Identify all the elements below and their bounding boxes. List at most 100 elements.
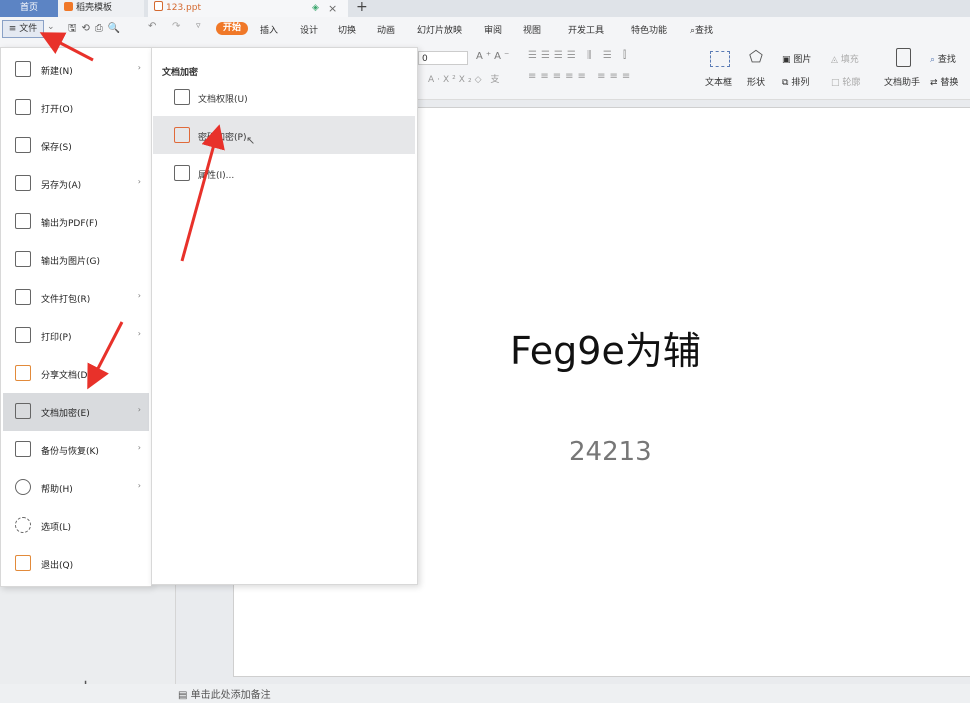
fill-label: 填充 [840, 55, 859, 65]
menu-item-label: 输出为图片(G) [41, 257, 100, 267]
menu-item-label: 备份与恢复(K) [41, 447, 99, 457]
chevron-down-icon[interactable]: ⌄ [47, 22, 55, 32]
menu-item-label: 退出(Q) [41, 561, 74, 571]
menu-item-label: 输出为PDF(F) [41, 219, 98, 229]
tab-insert[interactable]: 插入 [260, 23, 278, 36]
align-icons[interactable]: ≡≡≡≡≡ ≡≡≡ [528, 71, 634, 82]
document-permission-icon [174, 89, 190, 105]
submenu-item-permissions[interactable]: 文档权限(U) [153, 78, 415, 116]
menu-item-label: 选项(L) [41, 523, 72, 533]
shape-button[interactable]: 形状 [747, 75, 765, 88]
gear-icon [15, 517, 31, 533]
shield-icon[interactable]: ◈ [312, 0, 319, 17]
replace-button[interactable]: ⇄ 替换 [930, 75, 958, 88]
shape-icon[interactable]: ⬠ [749, 47, 763, 66]
tab-transition[interactable]: 切换 [338, 23, 356, 36]
font-size-field[interactable]: 0 [418, 51, 468, 65]
submenu-item-label: 文档权限(U) [198, 95, 248, 105]
format-icons[interactable]: A·X²X₂◇ 支 [428, 72, 502, 85]
textbox-icon[interactable] [710, 51, 730, 67]
menu-item-exit[interactable]: 退出(Q) [3, 545, 149, 583]
printer-icon [15, 327, 31, 343]
password-lock-icon [174, 127, 190, 143]
menu-item-export-pdf[interactable]: 输出为PDF(F) [3, 203, 149, 241]
submenu-item-properties[interactable]: 属性(I)... [153, 154, 415, 192]
menu-item-options[interactable]: 选项(L) [3, 507, 149, 545]
submenu-item-label: 属性(I)... [198, 171, 235, 181]
assistant-button[interactable]: 文档助手 [884, 75, 920, 88]
search-label: 查找 [695, 26, 714, 36]
file-menu: 新建(N) › 打开(O) 保存(S) 另存为(A) › 输出为PDF(F) 输出为… [0, 47, 152, 587]
tab-document[interactable]: 123.ppt ◈ × [148, 0, 348, 17]
share-icon [15, 365, 31, 381]
picture-button[interactable]: ▣ 图片 [782, 52, 811, 65]
fill-button[interactable]: ◬ 填充 [831, 52, 859, 65]
file-label: 文件 [19, 24, 38, 34]
hamburger-icon: ≡ [8, 24, 17, 34]
tab-view[interactable]: 视图 [523, 23, 541, 36]
font-grow-shrink-icons[interactable]: A⁺A⁻ [476, 51, 512, 62]
file-menu-button[interactable]: ≡ 文件 [2, 20, 44, 38]
tab-home[interactable]: 首页 [0, 0, 58, 17]
menu-item-new[interactable]: 新建(N) › [3, 51, 149, 89]
menu-item-encrypt[interactable]: 文档加密(E) › [3, 393, 149, 431]
arrange-button[interactable]: ⧉ 排列 [782, 75, 809, 88]
tab-slideshow[interactable]: 幻灯片放映 [417, 23, 462, 36]
submenu-item-password[interactable]: 密码加密(P) ↖ [153, 116, 415, 154]
tab-label: 稻壳模板 [76, 3, 113, 13]
menu-item-package[interactable]: 文件打包(R) › [3, 279, 149, 317]
search-button[interactable]: ⌕查找 [690, 23, 713, 36]
tab-design[interactable]: 设计 [300, 23, 318, 36]
paragraph-icons[interactable]: ☰☰☰☰ ⫼ ☰ ⫿ [528, 50, 630, 61]
find-button[interactable]: ⌕ 查找 [930, 52, 956, 65]
undo-icon[interactable]: ↶ [148, 21, 156, 32]
menu-item-share[interactable]: 分享文档(D) [3, 355, 149, 393]
close-tab-icon[interactable]: × [328, 0, 337, 17]
menu-item-save[interactable]: 保存(S) [3, 127, 149, 165]
menu-item-export-image[interactable]: 输出为图片(G) [3, 241, 149, 279]
replace-icon: ⇄ [930, 78, 938, 88]
menu-item-help[interactable]: 帮助(H) › [3, 469, 149, 507]
tab-start[interactable]: 开始 [216, 22, 248, 35]
quick-access-icons[interactable]: 🖫⟲⎙🔍 [68, 21, 125, 38]
menu-item-label: 新建(N) [41, 67, 73, 77]
notes-placeholder[interactable]: ▤ 单击此处添加备注 [178, 686, 271, 701]
menu-item-label: 打印(P) [41, 333, 72, 343]
new-tab-button[interactable]: + [356, 0, 368, 15]
fill-icon: ◬ [831, 55, 838, 65]
tab-review[interactable]: 审阅 [484, 23, 502, 36]
chevron-right-icon: › [137, 443, 141, 452]
tab-animation[interactable]: 动画 [377, 23, 395, 36]
outline-button[interactable]: □ 轮廓 [831, 75, 860, 88]
chevron-right-icon: › [137, 481, 141, 490]
tab-label: 123.ppt [166, 3, 201, 13]
tab-docer-templates[interactable]: 稻壳模板 [58, 0, 144, 17]
submenu-title: 文档加密 [162, 68, 199, 78]
pdf-icon [15, 213, 31, 229]
redo-icon[interactable]: ↷ [172, 21, 180, 32]
assistant-icon[interactable] [896, 48, 911, 67]
folder-icon [15, 99, 31, 115]
menu-item-backup[interactable]: 备份与恢复(K) › [3, 431, 149, 469]
chevron-right-icon: › [137, 291, 141, 300]
replace-label: 替换 [940, 78, 959, 88]
outline-label: 轮廓 [842, 78, 861, 88]
picture-icon: ▣ [782, 55, 791, 65]
customize-icon[interactable]: ▿ [196, 21, 201, 31]
menu-item-save-as[interactable]: 另存为(A) › [3, 165, 149, 203]
package-icon [15, 289, 31, 305]
menu-item-print[interactable]: 打印(P) › [3, 317, 149, 355]
menu-item-open[interactable]: 打开(O) [3, 89, 149, 127]
chevron-right-icon: › [137, 177, 141, 186]
textbox-button[interactable]: 文本框 [705, 75, 732, 88]
mouse-cursor-icon: ↖ [246, 134, 256, 147]
properties-icon [174, 165, 190, 181]
slide-title[interactable]: Feg9e为辅 [510, 320, 701, 375]
tab-special[interactable]: 特色功能 [631, 23, 667, 36]
slide-subtitle[interactable]: 24213 [569, 437, 652, 467]
picture-label: 图片 [793, 55, 812, 65]
tab-developer[interactable]: 开发工具 [568, 23, 604, 36]
exit-icon [15, 555, 31, 571]
encrypt-submenu: 文档加密 文档权限(U) 密码加密(P) ↖ 属性(I)... [151, 47, 418, 585]
tab-bar: 首页 稻壳模板 123.ppt ◈ × + [0, 0, 970, 17]
